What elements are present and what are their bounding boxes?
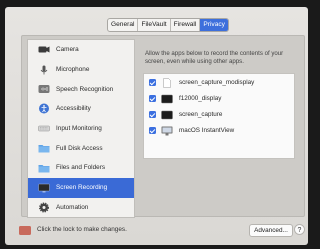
gear-icon	[37, 202, 50, 213]
app-label: macOS InstantView	[179, 127, 235, 134]
speech-recognition-icon	[37, 84, 50, 94]
document-icon	[161, 77, 173, 88]
advanced-button[interactable]: Advanced...	[249, 224, 293, 237]
tab-general[interactable]: General	[108, 19, 139, 31]
sidebar-item-microphone[interactable]: Microphone	[28, 60, 134, 80]
sidebar-item-label: Input Monitoring	[56, 125, 102, 133]
sidebar-item-label: Speech Recognition	[56, 85, 114, 93]
folder-icon	[37, 143, 50, 153]
lock-message: Click the lock to make changes.	[37, 226, 127, 233]
sidebar-item-label: Camera	[56, 46, 79, 54]
sidebar-item-automation[interactable]: Automation	[28, 198, 134, 218]
sidebar-item-label: Files and Folders	[56, 164, 106, 172]
tab-bar: General FileVault Firewall Privacy	[107, 18, 229, 32]
app-label: screen_capture	[179, 111, 223, 118]
sidebar-item-label: Microphone	[56, 66, 90, 74]
microphone-icon	[37, 65, 50, 75]
tab-privacy[interactable]: Privacy	[200, 19, 228, 31]
sidebar-item-label: Accessibility	[56, 105, 91, 113]
accessibility-icon	[37, 103, 50, 114]
screen-icon	[37, 183, 50, 193]
checkbox[interactable]	[149, 111, 156, 118]
sidebar-item-speech-recognition[interactable]: Speech Recognition	[28, 79, 134, 99]
tab-filevault[interactable]: FileVault	[138, 19, 171, 31]
sidebar-item-accessibility[interactable]: Accessibility	[28, 99, 134, 119]
sidebar-item-label: Full Disk Access	[56, 144, 103, 152]
terminal-icon	[161, 110, 173, 120]
sidebar-item-label: Screen Recording	[56, 184, 108, 192]
list-item[interactable]: f12000_display	[144, 91, 294, 106]
screen-recording-description: Allow the apps below to record the conte…	[145, 50, 284, 65]
list-item[interactable]: macOS InstantView	[144, 123, 294, 138]
privacy-sidebar: Camera Microphone Speech Recognition Acc…	[27, 39, 135, 218]
security-privacy-window: General FileVault Firewall Privacy Camer…	[5, 7, 308, 245]
sidebar-item-full-disk-access[interactable]: Full Disk Access	[28, 138, 134, 158]
folder-icon	[37, 163, 50, 173]
tab-firewall[interactable]: Firewall	[171, 19, 201, 31]
sidebar-item-camera[interactable]: Camera	[28, 40, 134, 60]
camera-icon	[37, 45, 50, 55]
checkbox[interactable]	[149, 127, 156, 134]
app-label: f12000_display	[179, 95, 222, 102]
checkbox[interactable]	[149, 79, 156, 86]
checkbox[interactable]	[149, 95, 156, 102]
list-item[interactable]: screen_capture	[144, 107, 294, 122]
list-item[interactable]: screen_capture_modisplay	[144, 75, 294, 90]
help-button[interactable]: ?	[294, 224, 305, 235]
keyboard-icon	[37, 124, 50, 134]
app-label: screen_capture_modisplay	[179, 79, 255, 86]
sidebar-item-input-monitoring[interactable]: Input Monitoring	[28, 119, 134, 139]
terminal-icon	[161, 94, 173, 104]
footer-bar: Click the lock to make changes. Advanced…	[5, 220, 308, 240]
sidebar-item-label: Automation	[56, 203, 89, 211]
lock-icon[interactable]	[19, 226, 31, 235]
app-list: screen_capture_modisplay f12000_display …	[143, 73, 295, 159]
display-icon	[161, 126, 173, 136]
sidebar-item-screen-recording[interactable]: Screen Recording	[28, 177, 134, 198]
sidebar-item-files-and-folders[interactable]: Files and Folders	[28, 158, 134, 178]
